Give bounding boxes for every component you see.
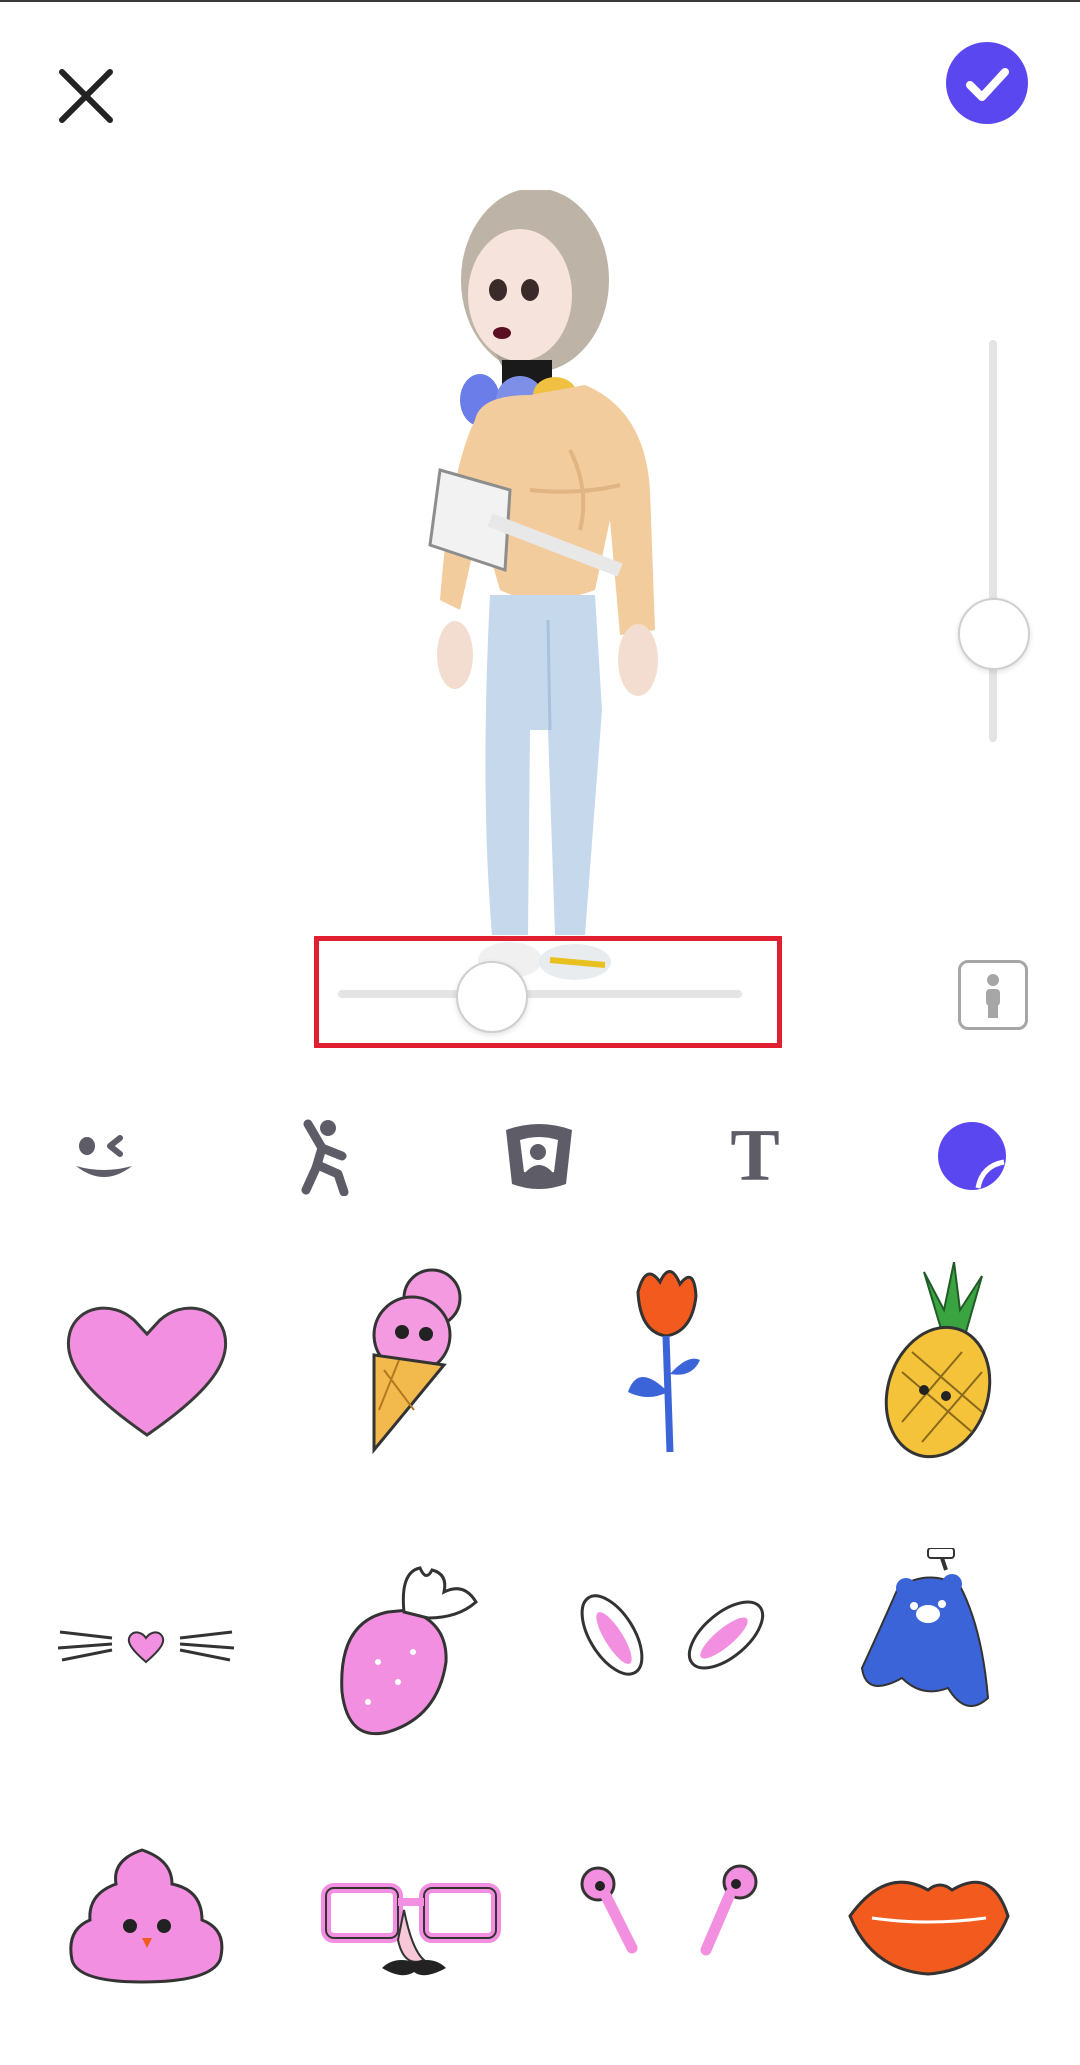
top-border: [0, 0, 1080, 2]
blue-bear-icon: [860, 1547, 990, 1707]
checkmark-icon: [966, 68, 1009, 101]
lips-sticker[interactable]: [836, 1840, 1046, 2040]
strawberry-icon: [340, 1566, 478, 1736]
background-photo-icon: [506, 1124, 572, 1189]
text-icon: T: [730, 1115, 780, 1197]
close-button[interactable]: [48, 58, 128, 138]
earbuds-sticker[interactable]: [568, 1860, 778, 2060]
blue-bear-sticker[interactable]: [832, 1547, 1042, 1748]
horizontal-size-slider-thumb[interactable]: [456, 961, 528, 1033]
bunny-ears-icon: [580, 1594, 765, 1676]
earbuds-icon: [580, 1864, 758, 1956]
disguise-glasses-sticker[interactable]: [304, 1820, 514, 2020]
whiskers-icon: [57, 1630, 235, 1664]
disguise-glasses-icon: [321, 1883, 501, 1976]
strawberry-sticker[interactable]: [308, 1552, 518, 1752]
heart-sticker[interactable]: [42, 1270, 252, 1470]
vertical-zoom-slider-track[interactable]: [989, 340, 997, 742]
pineapple-icon: [884, 1261, 992, 1459]
tab-background[interactable]: [494, 1116, 584, 1196]
pink-poop-icon: [69, 1848, 224, 1984]
full-body-view-button[interactable]: [958, 960, 1028, 1030]
close-icon: [59, 69, 113, 123]
tab-sticker[interactable]: [926, 1116, 1016, 1196]
pink-poop-sticker[interactable]: [42, 1820, 252, 2020]
lips-icon: [848, 1880, 1010, 1976]
heart-icon: [66, 1306, 228, 1437]
tab-text[interactable]: T: [710, 1116, 800, 1196]
tulip-icon: [628, 1270, 700, 1453]
bunny-ears-sticker[interactable]: [566, 1540, 776, 1740]
tab-pose[interactable]: [280, 1116, 370, 1196]
horizontal-size-slider-track[interactable]: [338, 990, 742, 998]
confirm-button[interactable]: [946, 42, 1028, 124]
tab-expression[interactable]: [62, 1116, 152, 1196]
pineapple-sticker[interactable]: [832, 1261, 1042, 1462]
avatar-figure: [428, 188, 658, 980]
ice-cream-icon: [372, 1268, 462, 1455]
avatar-preview[interactable]: [380, 188, 700, 1010]
wink-face-icon: [76, 1135, 132, 1177]
ice-cream-sticker[interactable]: [304, 1260, 514, 1460]
tulip-sticker[interactable]: [568, 1262, 778, 1462]
vertical-zoom-slider-thumb[interactable]: [958, 598, 1030, 670]
person-icon: [986, 974, 1000, 1018]
cat-whiskers-sticker[interactable]: [42, 1540, 252, 1740]
sticker-icon: [938, 1122, 1006, 1190]
pose-icon: [301, 1119, 349, 1196]
